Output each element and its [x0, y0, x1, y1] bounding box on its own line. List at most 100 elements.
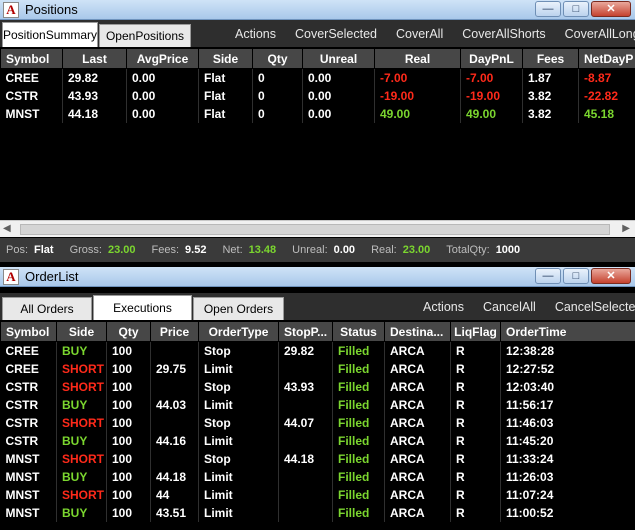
- table-cell: 49.00: [374, 104, 461, 123]
- col-header[interactable]: Side: [56, 321, 107, 342]
- col-header[interactable]: LiqFlag: [450, 321, 501, 342]
- table-row[interactable]: MNST 44.18 0.00 Flat 0 0.00 49.00 49.00 3.82 45.1…: [0, 104, 635, 123]
- table-cell: 43.93: [62, 86, 127, 105]
- cover-all-button[interactable]: CoverAll: [396, 27, 443, 41]
- table-cell: SHORT: [56, 485, 107, 504]
- minimize-icon[interactable]: —: [535, 1, 561, 17]
- positions-titlebar[interactable]: A Positions — □ ✕: [0, 0, 635, 20]
- table-row[interactable]: CSTR SHORT 100 Stop 44.07 Filled ARCA R 11:46:03: [0, 413, 635, 432]
- table-row[interactable]: MNST BUY 100 43.51 Limit Filled ARCA R 11:00:52: [0, 503, 635, 522]
- positions-tabbar: PositionSummary OpenPositions Actions Co…: [0, 20, 635, 47]
- maximize-icon[interactable]: □: [563, 268, 589, 284]
- table-cell: BUY: [56, 467, 107, 486]
- col-header[interactable]: NetDayP: [578, 48, 635, 69]
- table-cell: 100: [106, 359, 151, 378]
- table-row[interactable]: CREE BUY 100 Stop 29.82 Filled ARCA R 12:38:28: [0, 341, 635, 360]
- cancel-all-button[interactable]: CancelAll: [483, 300, 536, 314]
- table-cell: 0: [252, 104, 303, 123]
- table-cell: BUY: [56, 431, 107, 450]
- table-row[interactable]: CSTR BUY 100 44.16 Limit Filled ARCA R 11:45:20: [0, 431, 635, 450]
- minimize-icon[interactable]: —: [535, 268, 561, 284]
- table-row[interactable]: MNST BUY 100 44.18 Limit Filled ARCA R 11:26:03: [0, 467, 635, 486]
- cancel-selected-button[interactable]: CancelSelected: [555, 300, 635, 314]
- table-cell: Limit: [198, 395, 279, 414]
- tab-open-orders[interactable]: Open Orders: [193, 297, 284, 320]
- tab-executions[interactable]: Executions: [93, 295, 192, 320]
- table-cell: [278, 431, 333, 450]
- col-header[interactable]: AvgPrice: [126, 48, 199, 69]
- table-cell: 0.00: [126, 68, 199, 87]
- scroll-left-icon[interactable]: ◀: [3, 223, 11, 234]
- cover-all-longs-button[interactable]: CoverAllLongs: [565, 27, 635, 41]
- col-header[interactable]: Symbol: [0, 48, 63, 69]
- table-cell: SHORT: [56, 359, 107, 378]
- col-header[interactable]: Qty: [252, 48, 303, 69]
- cover-selected-button[interactable]: CoverSelected: [295, 27, 377, 41]
- col-header[interactable]: OrderType: [198, 321, 279, 342]
- col-header[interactable]: DayPnL: [460, 48, 523, 69]
- table-cell: R: [450, 413, 501, 432]
- close-icon[interactable]: ✕: [591, 1, 631, 17]
- col-header[interactable]: Last: [62, 48, 127, 69]
- table-cell: 45.18: [578, 104, 635, 123]
- table-cell: 100: [106, 485, 151, 504]
- col-header[interactable]: OrderTime: [500, 321, 635, 342]
- tab-all-orders[interactable]: All Orders: [2, 297, 92, 320]
- table-cell: 44.18: [62, 104, 127, 123]
- positions-horizontal-scrollbar[interactable]: ◀ ▶: [0, 220, 635, 237]
- table-cell: Flat: [198, 104, 253, 123]
- status-label: Gross:: [69, 244, 102, 256]
- table-cell: CSTR: [0, 377, 57, 396]
- table-cell: 44.18: [278, 449, 333, 468]
- table-row[interactable]: MNST SHORT 100 44 Limit Filled ARCA R 11:07:24: [0, 485, 635, 504]
- tab-open-positions[interactable]: OpenPositions: [99, 24, 191, 47]
- table-cell: ARCA: [384, 503, 451, 522]
- table-cell: 29.75: [150, 359, 199, 378]
- scroll-right-icon[interactable]: ▶: [622, 223, 630, 234]
- tab-position-summary[interactable]: PositionSummary: [2, 22, 98, 47]
- app-logo-icon: A: [3, 268, 19, 285]
- table-cell: 0: [252, 68, 303, 87]
- table-cell: 0.00: [302, 68, 375, 87]
- table-row[interactable]: CSTR 43.93 0.00 Flat 0 0.00 -19.00 -19.00 3.82 -2…: [0, 86, 635, 105]
- orderlist-titlebar[interactable]: A OrderList — □ ✕: [0, 267, 635, 287]
- col-header[interactable]: Destina...: [384, 321, 451, 342]
- col-header[interactable]: Status: [332, 321, 385, 342]
- col-header[interactable]: Unreal: [302, 48, 375, 69]
- col-header[interactable]: Side: [198, 48, 253, 69]
- col-header[interactable]: Fees: [522, 48, 579, 69]
- col-header[interactable]: Price: [150, 321, 199, 342]
- actions-menu[interactable]: Actions: [423, 300, 464, 314]
- table-row[interactable]: MNST SHORT 100 Stop 44.18 Filled ARCA R 11:33:24: [0, 449, 635, 468]
- table-cell: ARCA: [384, 467, 451, 486]
- table-row[interactable]: CREE SHORT 100 29.75 Limit Filled ARCA R 12:27:5…: [0, 359, 635, 378]
- table-cell: ARCA: [384, 449, 451, 468]
- table-cell: 12:27:52: [500, 359, 635, 378]
- positions-window-title: Positions: [25, 2, 78, 17]
- status-real-value: 23.00: [402, 244, 431, 256]
- table-cell: [278, 467, 333, 486]
- table-cell: CREE: [0, 359, 57, 378]
- status-label: Fees:: [151, 244, 180, 256]
- actions-menu[interactable]: Actions: [235, 27, 276, 41]
- status-label: Unreal:: [292, 244, 328, 256]
- table-cell: 49.00: [460, 104, 523, 123]
- table-cell: 100: [106, 395, 151, 414]
- table-cell: [150, 341, 199, 360]
- col-header[interactable]: Symbol: [0, 321, 57, 342]
- cover-all-shorts-button[interactable]: CoverAllShorts: [462, 27, 545, 41]
- table-row[interactable]: CSTR SHORT 100 Stop 43.93 Filled ARCA R 12:03:40: [0, 377, 635, 396]
- table-cell: 44.03: [150, 395, 199, 414]
- maximize-icon[interactable]: □: [563, 1, 589, 17]
- col-header[interactable]: Qty: [106, 321, 151, 342]
- table-row[interactable]: CREE 29.82 0.00 Flat 0 0.00 -7.00 -7.00 1.87 -8.8…: [0, 68, 635, 87]
- table-cell: MNST: [0, 104, 63, 123]
- table-cell: 44: [150, 485, 199, 504]
- table-row[interactable]: CSTR BUY 100 44.03 Limit Filled ARCA R 11:56:17: [0, 395, 635, 414]
- table-cell: BUY: [56, 503, 107, 522]
- col-header[interactable]: Real: [374, 48, 461, 69]
- app-logo-icon: A: [3, 1, 19, 18]
- scrollbar-thumb[interactable]: [20, 224, 610, 235]
- col-header[interactable]: StopP...: [278, 321, 333, 342]
- close-icon[interactable]: ✕: [591, 268, 631, 284]
